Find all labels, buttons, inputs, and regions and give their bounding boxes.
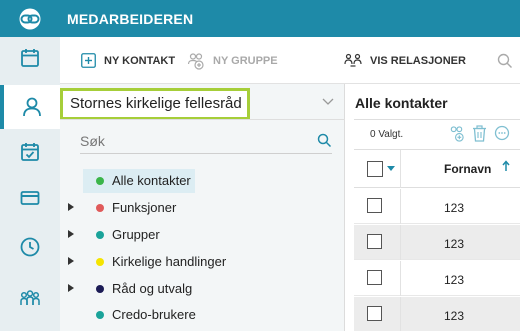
sort-ascending-icon[interactable] — [502, 160, 510, 172]
tree-item-label: Råd og utvalg — [112, 281, 193, 296]
tree-item-label: Kirkelige handlinger — [112, 254, 227, 269]
grid-title: Alle kontakter — [355, 95, 448, 111]
new-group-label: NY GRUPPE — [213, 54, 278, 67]
chevron-down-icon — [322, 98, 334, 105]
column-divider — [400, 189, 401, 224]
chat-icon — [494, 125, 510, 141]
message-button[interactable] — [494, 125, 510, 142]
firstname-cell: 123 — [444, 273, 465, 287]
new-group-button[interactable]: NY GRUPPE — [187, 37, 278, 84]
toolbar-search-button[interactable] — [497, 37, 513, 84]
rail-item-calendar[interactable] — [0, 36, 60, 80]
relations-icon — [344, 53, 362, 68]
clock-icon — [20, 237, 40, 257]
toolbar: NY KONTAKT NY GRUPPE VIS RELASJONER — [60, 37, 520, 84]
new-contact-button[interactable]: NY KONTAKT — [81, 37, 175, 84]
organization-value: Stornes kirkelige fellesråd — [60, 88, 250, 120]
selected-count: 0 Valgt. — [370, 129, 404, 140]
divider — [60, 119, 345, 120]
expand-arrow-icon[interactable] — [68, 203, 74, 211]
tree-item-label: Credo-brukere — [112, 307, 196, 322]
color-dot — [96, 231, 104, 239]
group-icon — [20, 290, 40, 305]
side-rail — [0, 37, 60, 331]
column-divider — [400, 297, 401, 331]
tree-search — [80, 130, 332, 154]
new-contact-label: NY KONTAKT — [104, 54, 176, 67]
tree-item-groups[interactable]: Grupper — [60, 223, 345, 247]
firstname-cell: 123 — [444, 201, 465, 215]
show-relations-label: VIS RELASJONER — [370, 54, 466, 67]
search-icon — [497, 53, 512, 68]
add-to-group-button[interactable] — [448, 125, 465, 142]
logo-icon — [19, 8, 41, 30]
show-relations-button[interactable]: VIS RELASJONER — [344, 37, 466, 84]
rail-item-contacts[interactable] — [0, 85, 60, 129]
table-row[interactable]: 123 — [354, 261, 520, 296]
table-row[interactable]: 123 — [354, 189, 520, 224]
add-group-icon — [187, 52, 205, 70]
calendar-check-icon — [21, 143, 39, 161]
rail-item-payments[interactable] — [0, 176, 60, 220]
column-header-firstname[interactable]: Fornavn — [444, 162, 491, 176]
column-divider — [400, 150, 401, 188]
row-checkbox[interactable] — [367, 270, 382, 285]
firstname-cell: 123 — [444, 237, 465, 251]
top-bar: MEDARBEIDEREN — [0, 0, 520, 37]
tree-item-credo-users[interactable]: Credo-brukere — [60, 303, 345, 327]
search-icon[interactable] — [317, 133, 332, 148]
tree-item-label: Funksjoner — [112, 200, 177, 215]
firstname-cell: 123 — [444, 309, 465, 323]
organization-select[interactable]: Stornes kirkelige fellesråd — [60, 88, 345, 120]
expand-arrow-icon[interactable] — [68, 257, 74, 265]
grid-header: Fornavn — [354, 150, 520, 188]
search-input[interactable] — [80, 130, 300, 152]
color-dot — [96, 177, 104, 185]
expand-arrow-icon[interactable] — [68, 230, 74, 238]
calendar-icon — [21, 49, 39, 67]
row-checkbox[interactable] — [367, 234, 382, 249]
table-row[interactable]: 123 — [354, 225, 520, 260]
contacts-grid: Alle kontakter 0 Valgt. Fornavn 123 123 … — [346, 84, 520, 331]
tree-panel: Stornes kirkelige fellesråd Alle kontakt… — [60, 84, 345, 331]
caret-down-icon[interactable] — [387, 166, 395, 171]
delete-button[interactable] — [472, 125, 487, 142]
rail-item-time[interactable] — [0, 225, 60, 269]
row-checkbox[interactable] — [367, 198, 382, 213]
divider — [354, 119, 520, 120]
row-checkbox[interactable] — [367, 306, 382, 321]
table-row[interactable]: 123 — [354, 297, 520, 331]
add-group-icon — [450, 126, 464, 142]
tree-item-label: Grupper — [112, 227, 160, 242]
rail-item-groups[interactable] — [0, 276, 60, 320]
grid-actions — [448, 125, 517, 142]
tree-item-label: Alle kontakter — [112, 173, 191, 188]
person-icon — [23, 97, 41, 117]
tree-item-church-acts[interactable]: Kirkelige handlinger — [60, 250, 345, 274]
tree-item-all-contacts[interactable]: Alle kontakter — [60, 169, 345, 193]
tree-item-councils[interactable]: Råd og utvalg — [60, 277, 345, 301]
color-dot — [96, 204, 104, 212]
plus-box-icon — [81, 53, 96, 68]
column-divider — [400, 261, 401, 296]
column-divider — [400, 225, 401, 260]
app-title: MEDARBEIDEREN — [67, 11, 194, 27]
trash-icon — [473, 125, 486, 142]
color-dot — [96, 285, 104, 293]
rail-item-events[interactable] — [0, 130, 60, 174]
color-dot — [96, 311, 104, 319]
color-dot — [96, 258, 104, 266]
card-icon — [20, 191, 40, 205]
expand-arrow-icon[interactable] — [68, 284, 74, 292]
tree-item-functions[interactable]: Funksjoner — [60, 196, 345, 220]
select-all-checkbox[interactable] — [367, 161, 383, 177]
